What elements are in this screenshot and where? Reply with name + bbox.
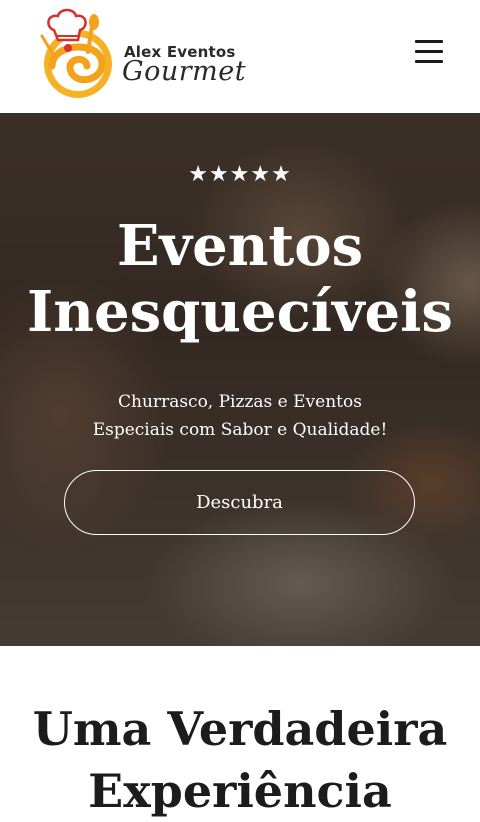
hero-subtitle-line2: Especiais com Sabor e Qualidade! <box>92 420 388 440</box>
site-header: Alex Eventos Gourmet <box>0 0 480 113</box>
hero-title: Eventos Inesquecíveis <box>0 213 480 345</box>
rating-stars: ★★★★★ <box>188 162 292 187</box>
hero-banner: ★★★★★ Eventos Inesquecíveis Churrasco, P… <box>0 113 480 646</box>
hamburger-menu-icon-bar <box>415 60 443 63</box>
section-title: Uma Verdadeira Experiência <box>0 698 480 822</box>
section-title-line2: Experiência <box>88 764 392 818</box>
hamburger-menu-icon <box>415 40 443 43</box>
discover-button[interactable]: Descubra <box>64 470 415 535</box>
chef-hat-logo-icon <box>40 8 112 98</box>
section-title-line1: Uma Verdadeira <box>32 702 448 756</box>
logo-text-secondary: Gourmet <box>122 56 247 87</box>
hero-title-line2: Inesquecíveis <box>27 279 453 345</box>
experience-section: Uma Verdadeira Experiência <box>0 646 480 822</box>
hero-subtitle-line1: Churrasco, Pizzas e Eventos <box>118 392 362 412</box>
hamburger-menu-icon-bar <box>415 50 443 53</box>
site-logo[interactable]: Alex Eventos Gourmet <box>32 6 246 104</box>
hero-title-line1: Eventos <box>116 213 364 279</box>
hero-subtitle: Churrasco, Pizzas e Eventos Especiais co… <box>60 388 420 444</box>
hamburger-menu-button[interactable] <box>413 38 447 66</box>
hero-content: ★★★★★ Eventos Inesquecíveis Churrasco, P… <box>0 113 480 646</box>
